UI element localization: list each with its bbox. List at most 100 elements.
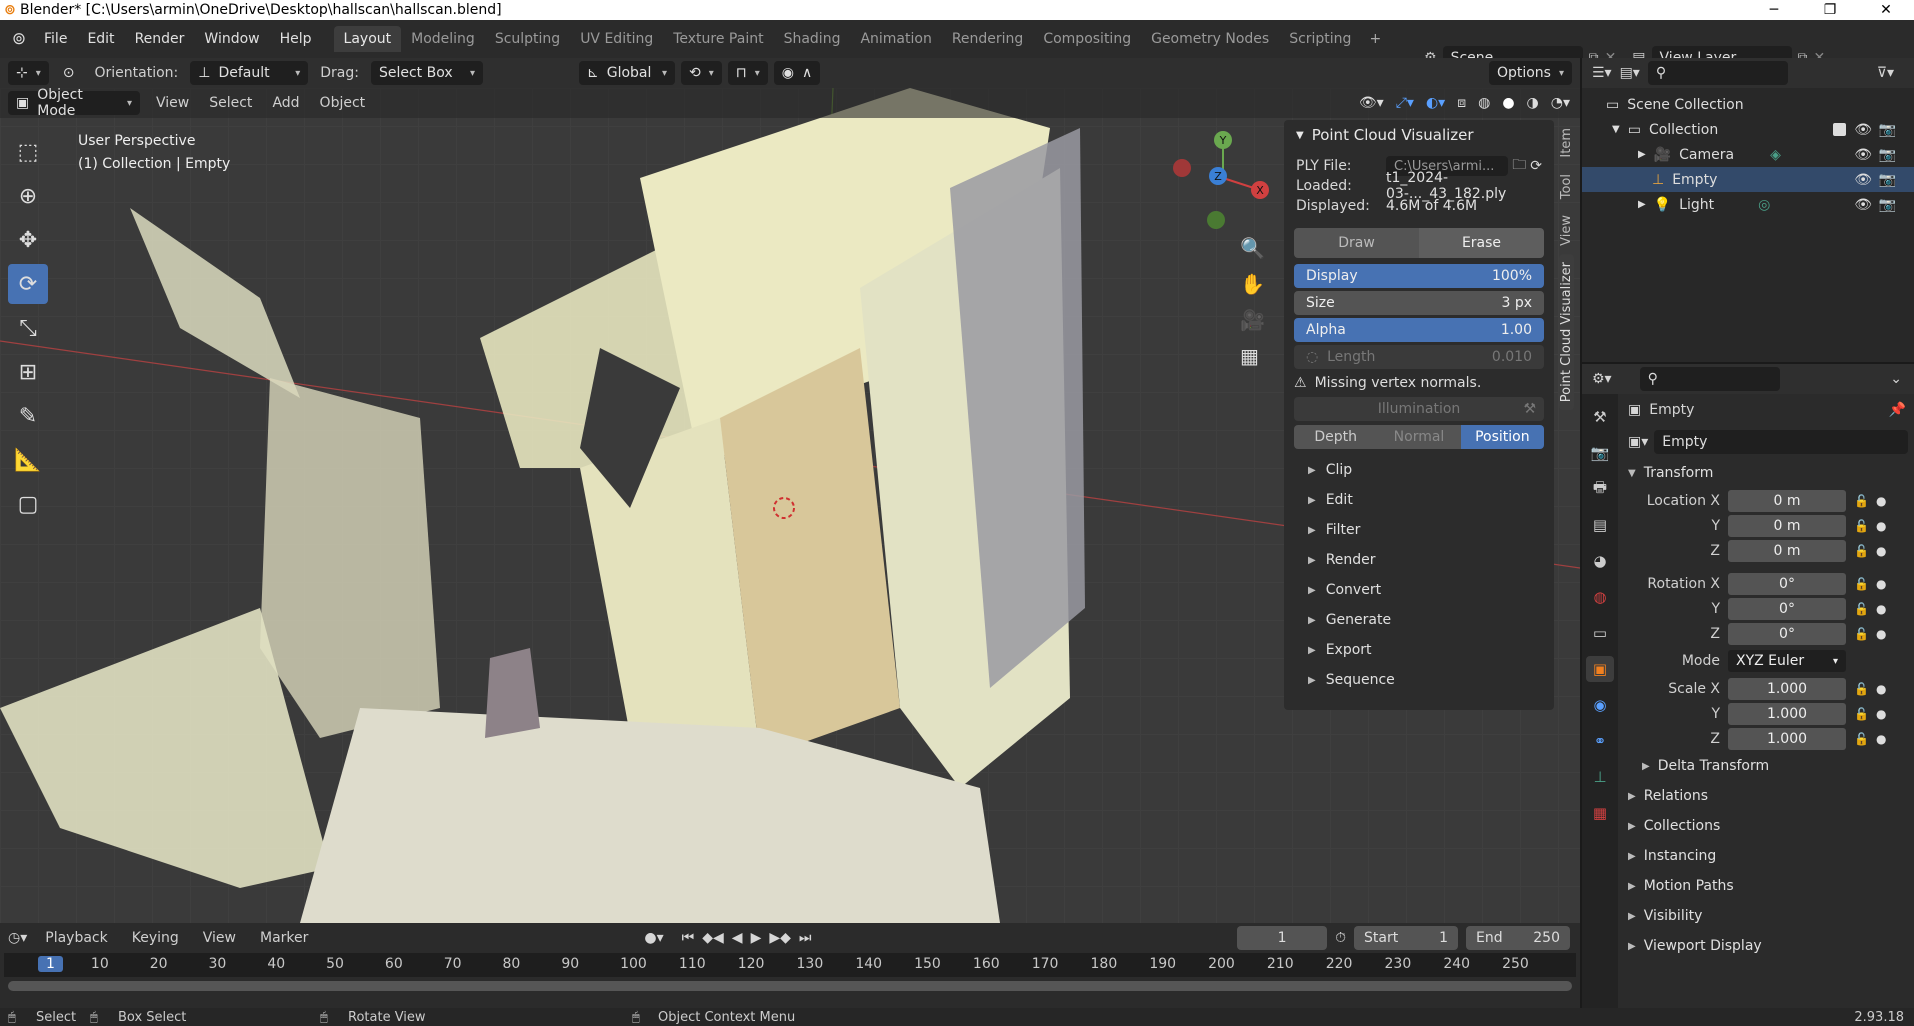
constraints-tab-icon[interactable]: ⚭ xyxy=(1586,728,1614,754)
lock-icon[interactable]: 🔓 xyxy=(1854,602,1869,616)
eye-icon[interactable]: 👁 xyxy=(1854,147,1872,163)
collection-tab-icon[interactable]: ▭ xyxy=(1586,620,1614,646)
tab-animation[interactable]: Animation xyxy=(850,26,941,52)
gizmo-icon[interactable]: ⤢▾ xyxy=(1396,95,1414,111)
menu-help[interactable]: Help xyxy=(270,31,322,47)
viewport-menu-object[interactable]: Object xyxy=(310,95,376,111)
keyframe-dot-icon[interactable]: ● xyxy=(1876,707,1886,721)
tab-scripting[interactable]: Scripting xyxy=(1279,26,1361,52)
camera-view-icon[interactable]: 🎥 xyxy=(1240,308,1265,332)
exclude-checkbox[interactable] xyxy=(1833,123,1846,136)
jump-end-icon[interactable]: ⏭ xyxy=(799,930,812,946)
viewport-menu-select[interactable]: Select xyxy=(199,95,262,111)
rotate-tool-icon[interactable]: ⟳ xyxy=(8,264,48,304)
keyframe-dot-icon[interactable]: ● xyxy=(1876,627,1886,641)
render-camera-icon[interactable]: 📷 xyxy=(1879,172,1896,188)
lock-icon[interactable]: 🔓 xyxy=(1854,577,1869,591)
section-visibility[interactable]: ▶ Visibility xyxy=(1622,901,1914,931)
subpanel-edit[interactable]: ▶ Edit xyxy=(1284,485,1554,515)
illumination-settings-icon[interactable]: ⚒ xyxy=(1523,401,1536,417)
section-collections[interactable]: ▶ Collections xyxy=(1622,811,1914,841)
object-data-tab-icon[interactable]: ⊥ xyxy=(1586,764,1614,790)
lock-icon[interactable]: 🔓 xyxy=(1854,707,1869,721)
rotation-y-field[interactable]: 0° xyxy=(1728,597,1846,620)
stopwatch-icon[interactable]: ⏱ xyxy=(1335,930,1346,946)
camera-data-icon[interactable]: ◈ xyxy=(1770,147,1781,163)
size-slider[interactable]: Size 3 px xyxy=(1294,291,1544,315)
rotation-mode-dropdown[interactable]: XYZ Euler ▾ xyxy=(1728,650,1846,672)
sidebar-tab-point-cloud-visualizer[interactable]: Point Cloud Visualizer xyxy=(1558,253,1574,410)
lock-icon[interactable]: 🔓 xyxy=(1854,494,1869,508)
subpanel-sequence[interactable]: ▶ Sequence xyxy=(1284,665,1554,695)
viewport-menu-add[interactable]: Add xyxy=(262,95,309,111)
prev-keyframe-icon[interactable]: ◆◀ xyxy=(702,930,724,946)
lock-icon[interactable]: 🔓 xyxy=(1854,627,1869,641)
render-tab-icon[interactable]: 📷 xyxy=(1586,440,1614,466)
menu-edit[interactable]: Edit xyxy=(77,31,124,47)
scale-z-field[interactable]: 1.000 xyxy=(1728,727,1846,750)
cursor-tool-icon[interactable]: ⊕ xyxy=(8,176,48,216)
timeline-menu-view[interactable]: View xyxy=(193,930,246,946)
eye-icon[interactable]: 👁 xyxy=(1854,172,1872,188)
keyframe-dot-icon[interactable]: ● xyxy=(1876,602,1886,616)
visibility-icon[interactable]: 👁▾ xyxy=(1359,95,1384,111)
eye-icon[interactable]: 👁 xyxy=(1854,197,1872,213)
timeline-editor-icon[interactable]: ◷▾ xyxy=(8,930,27,946)
outliner-item-light[interactable]: ▶ 💡 Light ◎ 👁 📷 xyxy=(1582,192,1914,217)
section-instancing[interactable]: ▶ Instancing xyxy=(1622,841,1914,871)
panel-title[interactable]: ▼ Point Cloud Visualizer xyxy=(1284,120,1554,150)
options-dropdown[interactable]: Options ▾ xyxy=(1488,61,1572,85)
expand-icon[interactable]: ▼ xyxy=(1612,124,1620,135)
world-tab-icon[interactable]: ◍ xyxy=(1586,584,1614,610)
tab-uv-editing[interactable]: UV Editing xyxy=(570,26,663,52)
keyframe-dot-icon[interactable]: ● xyxy=(1876,577,1886,591)
rendered-shading-icon[interactable]: ◔▾ xyxy=(1551,95,1570,111)
play-reverse-icon[interactable]: ◀ xyxy=(732,930,743,946)
navigation-gizmo[interactable]: Y X Z xyxy=(1168,128,1278,238)
scale-y-field[interactable]: 1.000 xyxy=(1728,702,1846,725)
location-x-field[interactable]: 0 m xyxy=(1728,489,1846,512)
timeline-menu-playback[interactable]: Playback xyxy=(35,930,117,946)
scale-tool-icon[interactable]: ⤡ xyxy=(8,308,48,348)
pin-icon[interactable]: 📌 xyxy=(1889,402,1906,418)
close-button[interactable]: ✕ xyxy=(1858,2,1914,18)
menu-window[interactable]: Window xyxy=(194,31,269,47)
timeline-menu-marker[interactable]: Marker xyxy=(250,930,318,946)
snap-dropdown[interactable]: ⊓ ▾ xyxy=(727,61,768,85)
timeline-menu-keying[interactable]: Keying xyxy=(122,930,189,946)
delta-transform-section[interactable]: ▶ Delta Transform xyxy=(1622,751,1914,781)
illumination-button[interactable]: Illumination ⚒ xyxy=(1294,397,1544,421)
outliner-item-camera[interactable]: ▶ 🎥 Camera ◈ 👁 📷 xyxy=(1582,142,1914,167)
keyframe-dot-icon[interactable]: ● xyxy=(1876,544,1886,558)
add-workspace-icon[interactable]: + xyxy=(1361,26,1389,52)
pan-hand-icon[interactable]: ✋ xyxy=(1240,272,1265,296)
active-tool-icon[interactable]: ⊙ xyxy=(55,61,83,85)
location-z-field[interactable]: 0 m xyxy=(1728,539,1846,562)
filter-icon[interactable]: ⊽▾ xyxy=(1877,65,1894,81)
lock-icon[interactable]: 🔓 xyxy=(1854,544,1869,558)
chevron-down-icon[interactable]: ⌄ xyxy=(1890,371,1902,387)
light-data-icon[interactable]: ◎ xyxy=(1758,197,1770,213)
display-slider[interactable]: Display 100% xyxy=(1294,264,1544,288)
move-tool-icon[interactable]: ✥ xyxy=(8,220,48,260)
eye-icon[interactable]: 👁 xyxy=(1854,122,1872,138)
alpha-slider[interactable]: Alpha 1.00 xyxy=(1294,318,1544,342)
overlay-icon[interactable]: ◐▾ xyxy=(1426,95,1445,111)
keyframe-dot-icon[interactable]: ● xyxy=(1876,732,1886,746)
tab-texture-paint[interactable]: Texture Paint xyxy=(663,26,773,52)
maximize-button[interactable]: ❐ xyxy=(1802,2,1858,18)
select-box-tool-icon[interactable]: ⬚ xyxy=(8,132,48,172)
keyframe-dot-icon[interactable]: ● xyxy=(1876,494,1886,508)
play-icon[interactable]: ▶ xyxy=(751,930,762,946)
material-shading-icon[interactable]: ◑ xyxy=(1527,95,1539,111)
render-camera-icon[interactable]: 📷 xyxy=(1879,197,1896,213)
mode-normal-button[interactable]: Normal xyxy=(1377,425,1461,449)
orientation-dropdown[interactable]: ⊥ Default ▾ xyxy=(190,61,309,85)
outliner-search[interactable]: ⚲ xyxy=(1647,61,1788,85)
subpanel-generate[interactable]: ▶ Generate xyxy=(1284,605,1554,635)
section-relations[interactable]: ▶ Relations xyxy=(1622,781,1914,811)
transform-section[interactable]: ▼ Transform xyxy=(1622,458,1914,488)
section-motion-paths[interactable]: ▶ Motion Paths xyxy=(1622,871,1914,901)
end-frame-field[interactable]: End 250 xyxy=(1466,926,1570,950)
mode-dropdown[interactable]: ▣ Object Mode ▾ xyxy=(8,88,140,119)
